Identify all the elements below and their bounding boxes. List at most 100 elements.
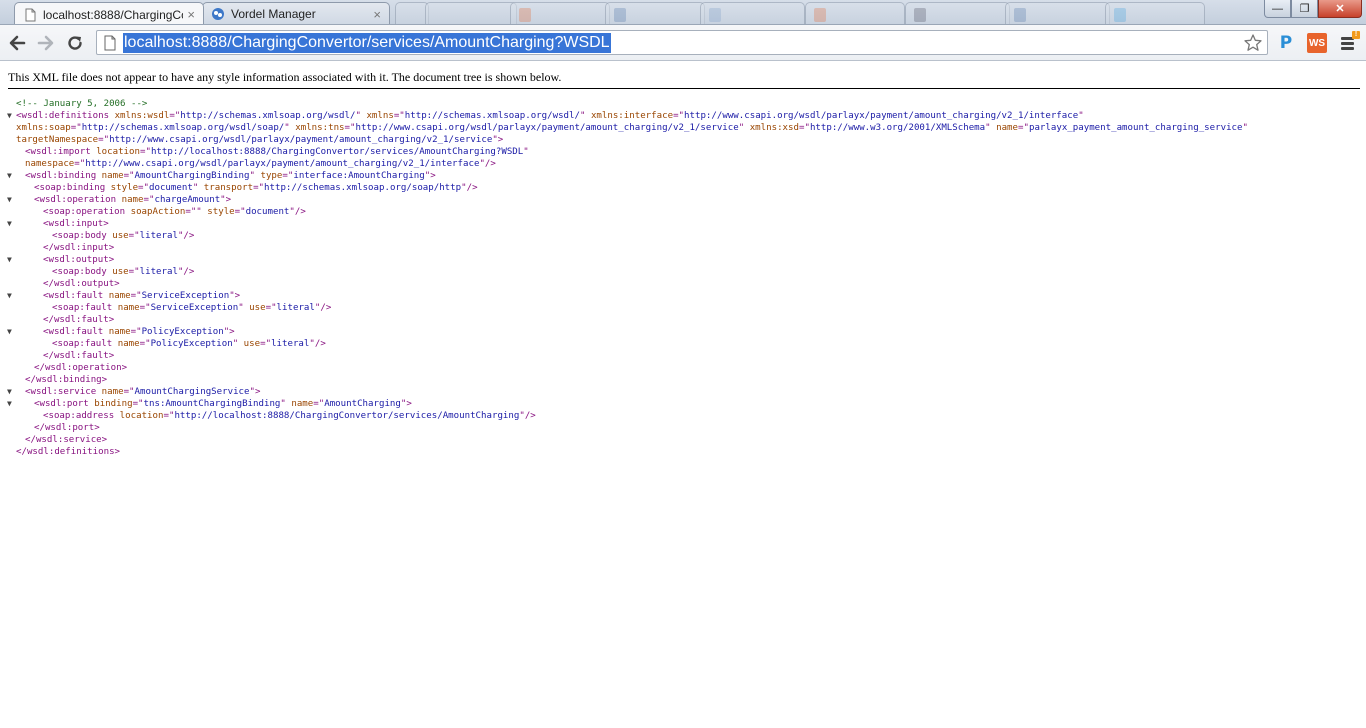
xml-token: literal — [139, 231, 178, 241]
xml-token: =" — [313, 399, 325, 409]
xml-line: xmlns:soap="http://schemas.xmlsoap.org/w… — [7, 122, 1363, 134]
xml-token: http://www.w3.org/2001/XMLSchema — [809, 123, 986, 133]
forward-button[interactable] — [33, 30, 59, 56]
xml-token: name — [996, 123, 1019, 133]
blurred-tab[interactable] — [1005, 2, 1110, 24]
blurred-tab[interactable] — [805, 2, 905, 24]
close-icon[interactable]: × — [373, 7, 381, 22]
xml-line: </wsdl:port> — [7, 422, 1363, 434]
new-tab-button[interactable] — [395, 2, 429, 24]
page-content: This XML file does not appear to have an… — [0, 62, 1366, 728]
xml-token: =" — [123, 387, 135, 397]
xml-line: </wsdl:service> — [7, 434, 1363, 446]
xml-token: </wsdl:operation> — [34, 363, 128, 373]
maximize-button[interactable]: ❐ — [1291, 0, 1318, 18]
xml-line: <soap:operation soapAction="" style="doc… — [7, 206, 1363, 218]
extension-ws-icon[interactable]: WS — [1307, 33, 1327, 53]
tab-vordel-manager[interactable]: Vordel Manager × — [202, 2, 390, 24]
xml-line: </wsdl:fault> — [7, 314, 1363, 326]
xml-token: name — [108, 327, 131, 337]
collapse-triangle-icon[interactable]: ▼ — [7, 110, 16, 122]
xml-token: http://www.csapi.org/wsdl/parlayx/paymen… — [355, 123, 739, 133]
xml-token: http://schemas.xmlsoap.org/wsdl/soap/ — [81, 123, 285, 133]
xml-line: namespace="http://www.csapi.org/wsdl/par… — [7, 158, 1363, 170]
xml-token: "> — [400, 399, 412, 409]
xml-token: =" — [1018, 123, 1029, 133]
xml-token: <wsdl:port — [34, 399, 89, 409]
xml-token: <soap:body — [52, 267, 107, 277]
menu-button[interactable]: ! — [1340, 31, 1362, 53]
xml-token: literal — [276, 303, 315, 313]
xml-token: =" — [123, 171, 135, 181]
xml-token: <wsdl:service — [25, 387, 97, 397]
xml-token: "/> — [461, 183, 478, 193]
xml-token: http://schemas.xmlsoap.org/wsdl/ — [404, 111, 580, 121]
address-bar[interactable]: localhost:8888/ChargingConvertor/service… — [96, 30, 1268, 55]
xml-line: </wsdl:binding> — [7, 374, 1363, 386]
xml-tree: <!-- January 5, 2006 --> ▼ <wsdl:definitio… — [7, 98, 1363, 458]
xml-line: </wsdl:output> — [7, 278, 1363, 290]
url-text[interactable]: localhost:8888/ChargingConvertor/service… — [123, 32, 611, 53]
xml-token: <soap:fault — [52, 303, 113, 313]
blurred-tab[interactable] — [605, 2, 705, 24]
xml-token: http://schemas.xmlsoap.org/soap/http — [264, 183, 462, 193]
collapse-triangle-icon[interactable]: ▼ — [7, 218, 16, 230]
collapse-triangle-icon[interactable]: ▼ — [7, 386, 16, 398]
xml-token: =" — [344, 123, 356, 133]
collapse-triangle-icon[interactable]: ▼ — [7, 290, 16, 302]
xml-token: PolicyException — [141, 327, 224, 337]
blurred-tab[interactable] — [1105, 2, 1205, 24]
xml-token: =" — [234, 207, 246, 217]
extension-p-icon[interactable]: P — [1276, 33, 1296, 53]
xml-token: " — [523, 147, 529, 157]
xml-token: =" — [74, 159, 86, 169]
xml-token: <wsdl:fault — [43, 291, 104, 301]
minimize-button[interactable]: — — [1264, 0, 1291, 18]
xml-token: document — [149, 183, 193, 193]
xml-token: =" — [265, 303, 277, 313]
collapse-triangle-icon[interactable]: ▼ — [7, 170, 16, 182]
reload-icon — [68, 36, 82, 50]
back-button[interactable] — [4, 30, 30, 56]
xml-token: </wsdl:fault> — [43, 351, 115, 361]
xml-token: AmountChargingBinding — [134, 171, 250, 181]
xml-token: =" — [138, 183, 149, 193]
xml-token: type — [260, 171, 283, 181]
xml-token: binding — [94, 399, 133, 409]
xml-token: <soap:address — [43, 411, 115, 421]
xml-token: <soap:fault — [52, 339, 113, 349]
xml-token: http://www.csapi.org/wsdl/parlayx/paymen… — [109, 135, 493, 145]
xml-token: <wsdl:binding — [25, 171, 97, 181]
close-window-button[interactable]: ✕ — [1318, 0, 1362, 18]
xml-line: <soap:fault name="ServiceException" use=… — [7, 302, 1363, 314]
xml-token: document — [245, 207, 290, 217]
xml-token: <soap:operation — [43, 207, 126, 217]
xml-token: name — [117, 303, 140, 313]
blurred-tab[interactable] — [700, 2, 805, 24]
xml-token: <wsdl:output> — [43, 255, 115, 265]
xml-token: http://schemas.xmlsoap.org/wsdl/ — [180, 111, 356, 121]
collapse-triangle-icon[interactable]: ▼ — [7, 194, 16, 206]
xml-line: ▼ <wsdl:operation name="chargeAmount"> — [7, 194, 1363, 206]
xml-token: "> — [223, 327, 235, 337]
collapse-triangle-icon[interactable]: ▼ — [7, 398, 16, 410]
xml-token: =" — [139, 339, 151, 349]
tab-wsdl[interactable]: localhost:8888/ChargingConvertor/service… — [14, 2, 204, 24]
close-icon[interactable]: × — [187, 7, 195, 22]
collapse-triangle-icon[interactable]: ▼ — [7, 254, 16, 266]
xml-token: ="" — [185, 207, 202, 217]
bookmark-star-icon[interactable] — [1243, 33, 1263, 53]
xml-line: targetNamespace="http://www.csapi.org/ws… — [7, 134, 1363, 146]
blurred-tab[interactable] — [905, 2, 1010, 24]
xml-token: interface:AmountCharging — [293, 171, 425, 181]
xml-line: </wsdl:definitions> — [7, 446, 1363, 458]
xml-style-notice: This XML file does not appear to have an… — [8, 70, 562, 84]
blurred-tab[interactable] — [425, 2, 517, 24]
update-badge: ! — [1352, 31, 1360, 39]
blurred-tab[interactable] — [510, 2, 610, 24]
reload-button[interactable] — [62, 30, 88, 56]
xml-token: =" — [798, 123, 810, 133]
xml-line: <!-- January 5, 2006 --> — [7, 98, 1363, 110]
xml-line: ▼ <wsdl:input> — [7, 218, 1363, 230]
collapse-triangle-icon[interactable]: ▼ — [7, 326, 16, 338]
